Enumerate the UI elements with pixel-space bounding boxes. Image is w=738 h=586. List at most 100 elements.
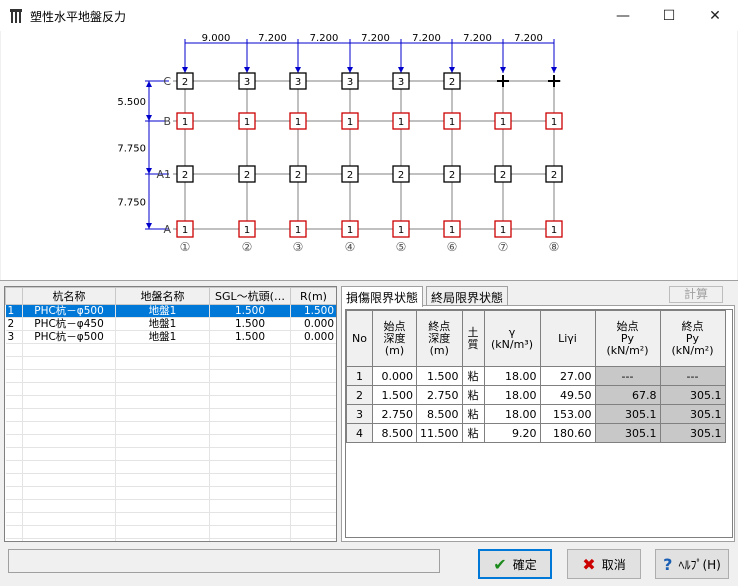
pile-col-header[interactable]: 地盤名称 <box>115 287 210 305</box>
layer-grid[interactable]: No 始点 深度 (m) 終点 深度 (m) 土質 γ (kN/m³) Liγi 始点 Py (kN/m²… <box>345 309 733 538</box>
layer-cell[interactable]: 27.00 <box>539 366 596 386</box>
pile-box-number: 1 <box>449 117 455 128</box>
pile-cell[interactable]: 1.500 <box>290 304 336 318</box>
pile-box-number: 1 <box>398 117 404 128</box>
pile-cell[interactable]: 3 <box>5 330 23 344</box>
layer-cell[interactable]: 2 <box>346 385 373 405</box>
layer-cell[interactable]: 2.750 <box>416 385 463 405</box>
row-label: C <box>163 75 171 88</box>
table-row[interactable]: 1 PHC杭－φ500 地盤1 1.500 1.500 <box>5 304 336 318</box>
pile-list-grid[interactable]: 杭名称 地盤名称 SGL～杭頭(… R(m) 1 PHC杭－φ500 地盤1 1.500 1.… <box>4 286 337 542</box>
empty-cell <box>209 408 291 422</box>
minimize-button[interactable]: — <box>600 0 646 31</box>
layer-cell[interactable]: 49.50 <box>539 385 596 405</box>
pile-cell[interactable]: PHC杭－φ450 <box>22 317 116 331</box>
left-dim-label: 7.750 <box>117 144 146 155</box>
tab-ultimate-limit[interactable]: 終局限界状態 <box>426 286 509 306</box>
pile-layout-diagram[interactable]: 9.000 7.200 7.200 7.200 7.200 7.200 7.200 5.500… <box>1 31 737 280</box>
layer-cell[interactable]: 4 <box>346 423 373 443</box>
layer-cell[interactable]: 粘 <box>461 385 485 405</box>
column-label: ⑥ <box>447 240 458 254</box>
window-title: 塑性水平地盤反力 <box>30 10 127 24</box>
pile-cell[interactable]: 0.000 <box>290 317 336 331</box>
empty-cell <box>290 356 336 370</box>
empty-cell <box>209 356 291 370</box>
pile-cell[interactable]: 1.500 <box>209 317 291 331</box>
pile-col-header[interactable] <box>5 287 23 305</box>
empty-cell <box>290 525 336 539</box>
table-row[interactable]: 2 1.500 2.750 粘 18.00 49.50 67.8 305.1 <box>346 385 726 405</box>
ok-button[interactable]: ✔ 確定 <box>478 549 552 579</box>
pile-box-number: 1 <box>347 117 353 128</box>
layer-col-header: 始点 深度 (m) <box>372 310 417 367</box>
pile-cell[interactable]: 地盤1 <box>115 317 210 331</box>
table-row[interactable]: 1 0.000 1.500 粘 18.00 27.00 --- --- <box>346 366 726 386</box>
dimension-arrow <box>146 168 152 174</box>
layer-cell[interactable]: 153.00 <box>539 404 596 424</box>
empty-cell <box>115 356 210 370</box>
pile-cell[interactable]: 0.000 <box>290 330 336 344</box>
pile-cell[interactable]: 2 <box>5 317 23 331</box>
layer-cell[interactable]: 1 <box>346 366 373 386</box>
pile-box-number: 1 <box>182 117 188 128</box>
pile-cell[interactable]: 地盤1 <box>115 304 210 318</box>
layer-cell[interactable]: 180.60 <box>539 423 596 443</box>
empty-cell <box>5 538 23 541</box>
empty-row <box>5 434 336 448</box>
empty-cell <box>290 421 336 435</box>
empty-cell <box>22 408 116 422</box>
top-dim-label: 9.000 <box>202 33 231 44</box>
pile-cell[interactable]: 1.500 <box>209 304 291 318</box>
layer-col-header: 終点 深度 (m) <box>416 310 463 367</box>
empty-cell <box>115 382 210 396</box>
layer-cell[interactable]: 粘 <box>461 423 485 443</box>
layer-cell[interactable]: 9.20 <box>483 423 541 443</box>
empty-row <box>5 512 336 526</box>
pile-box-number: 2 <box>500 170 506 181</box>
tab-damage-limit[interactable]: 損傷限界状態 <box>341 286 424 307</box>
help-button[interactable]: ? ﾍﾙﾌﾟ(H) <box>655 549 729 579</box>
pile-cell[interactable]: 1 <box>5 304 23 318</box>
layer-cell[interactable]: 粘 <box>461 404 485 424</box>
layer-cell: 67.8 <box>594 385 661 405</box>
left-dim-label: 7.750 <box>117 198 146 209</box>
empty-cell <box>22 473 116 487</box>
empty-cell <box>22 538 116 541</box>
pile-cell[interactable]: PHC杭－φ500 <box>22 304 116 318</box>
layer-cell[interactable]: 8.500 <box>416 404 463 424</box>
pile-col-header[interactable]: 杭名称 <box>22 287 116 305</box>
layer-cell[interactable]: 18.00 <box>483 404 541 424</box>
empty-cell <box>115 447 210 461</box>
close-button[interactable]: ✕ <box>692 0 738 31</box>
pile-box-number: 1 <box>182 225 188 236</box>
table-row[interactable]: 3 2.750 8.500 粘 18.00 153.00 305.1 305.1 <box>346 404 726 424</box>
empty-row <box>5 369 336 383</box>
layer-cell[interactable]: 11.500 <box>416 423 463 443</box>
maximize-button[interactable]: ☐ <box>646 0 692 31</box>
empty-row <box>5 486 336 500</box>
layer-cell[interactable]: 1.500 <box>372 385 417 405</box>
column-label: ⑧ <box>549 240 560 254</box>
pile-cell[interactable]: 1.500 <box>209 330 291 344</box>
pile-box-number: 2 <box>449 77 455 88</box>
table-row[interactable]: 2 PHC杭－φ450 地盤1 1.500 0.000 <box>5 317 336 331</box>
table-row[interactable]: 4 8.500 11.500 粘 9.20 180.60 305.1 305.1 <box>346 423 726 443</box>
pile-cell[interactable]: PHC杭－φ500 <box>22 330 116 344</box>
layer-cell[interactable]: 0.000 <box>372 366 417 386</box>
layer-cell: --- <box>594 366 661 386</box>
layer-cell[interactable]: 2.750 <box>372 404 417 424</box>
layer-cell[interactable]: 粘 <box>461 366 485 386</box>
layer-cell[interactable]: 3 <box>346 404 373 424</box>
calc-button[interactable]: 計算 <box>669 286 723 303</box>
pile-box-number: 2 <box>182 170 188 181</box>
layer-cell[interactable]: 8.500 <box>372 423 417 443</box>
pile-col-header[interactable]: R(m) <box>290 287 336 305</box>
pile-cell[interactable]: 地盤1 <box>115 330 210 344</box>
cancel-button[interactable]: ✖ 取消 <box>567 549 641 579</box>
empty-cell <box>22 434 116 448</box>
table-row[interactable]: 3 PHC杭－φ500 地盤1 1.500 0.000 <box>5 330 336 344</box>
pile-col-header[interactable]: SGL～杭頭(… <box>209 287 291 305</box>
layer-cell[interactable]: 1.500 <box>416 366 463 386</box>
layer-cell[interactable]: 18.00 <box>483 366 541 386</box>
layer-cell[interactable]: 18.00 <box>483 385 541 405</box>
